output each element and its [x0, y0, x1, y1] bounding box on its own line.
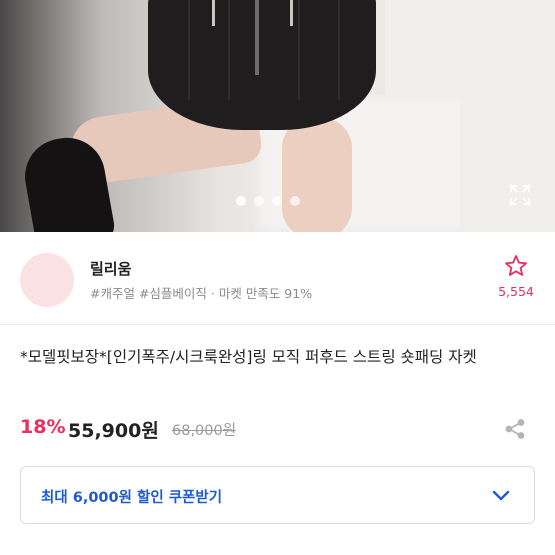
sale-price: 55,900원	[68, 420, 159, 442]
chevron-down-icon	[492, 490, 510, 501]
pagination-dot[interactable]	[290, 196, 300, 206]
pagination-dot[interactable]	[236, 196, 246, 206]
discount-rate: 18%	[20, 416, 66, 438]
favorite-button[interactable]: 5,554	[498, 254, 534, 299]
product-image[interactable]	[0, 0, 555, 232]
coupon-button[interactable]: 최대 6,000원 할인 쿠폰받기	[20, 466, 535, 524]
coupon-label: 최대 6,000원 할인 쿠폰받기	[41, 490, 223, 506]
price-row: 18% 55,900원 68,000원	[20, 416, 540, 446]
seller-section: 릴리움 #캐주얼 #심플베이직 · 마켓 만족도 91% 5,554	[0, 236, 555, 322]
share-icon[interactable]	[504, 418, 526, 440]
original-price: 68,000원	[172, 423, 237, 439]
star-outline-icon	[505, 255, 527, 276]
product-page: 릴리움 #캐주얼 #심플베이직 · 마켓 만족도 91% 5,554 *모델핏보…	[0, 0, 555, 555]
photo-zipper	[255, 0, 259, 75]
seller-tags: #캐주얼 #심플베이직 · 마켓 만족도 91%	[90, 286, 313, 301]
favorite-count: 5,554	[498, 284, 534, 299]
product-title: *모델핏보장*[인기폭주/시크룩완성]링 모직 퍼후드 스트링 숏패딩 자켓	[20, 348, 477, 366]
seller-name[interactable]: 릴리움	[90, 258, 131, 279]
section-divider	[0, 324, 555, 325]
photo-garment	[148, 0, 376, 130]
photo-leg	[282, 118, 352, 232]
photo-drawstring	[290, 0, 293, 26]
photo-drawstring	[212, 0, 215, 26]
expand-icon[interactable]	[509, 184, 531, 206]
seller-avatar[interactable]	[20, 253, 74, 307]
pagination-dot[interactable]	[272, 196, 282, 206]
pagination-dot[interactable]	[254, 196, 264, 206]
image-pagination[interactable]	[236, 196, 300, 206]
